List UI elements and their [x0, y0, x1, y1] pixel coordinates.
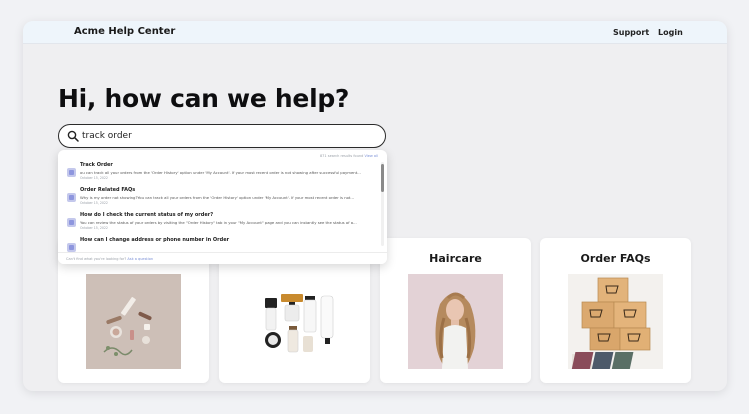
results-count-text: 871 search results found: [319, 154, 364, 158]
category-card[interactable]: Order FAQs: [540, 238, 691, 383]
footer-prompt: Can't find what you're looking for?: [66, 257, 127, 261]
article-icon: [67, 218, 76, 227]
help-center-window: Acme Help Center Support Login Hi, how c…: [23, 21, 727, 391]
results-list: Track Order ou can track all your orders…: [58, 160, 378, 260]
ask-question-link[interactable]: Ask a question: [127, 257, 153, 261]
result-item[interactable]: Track Order ou can track all your orders…: [58, 160, 378, 185]
nav-link-support[interactable]: Support: [613, 28, 649, 37]
result-snippet: ou can track all your orders from the 'O…: [80, 170, 361, 175]
haircare-model-image: [408, 274, 503, 369]
scrollbar-thumb[interactable]: [381, 164, 384, 192]
shipping-boxes-image: [568, 274, 663, 369]
top-nav-bar: Acme Help Center Support Login: [23, 21, 727, 44]
hero-title: Hi, how can we help?: [58, 84, 350, 113]
nav-link-login[interactable]: Login: [658, 28, 683, 37]
search-box[interactable]: [58, 124, 386, 148]
result-title: Order Related FAQs: [80, 187, 136, 193]
search-suggestions-dropdown: 871 search results found View all Track …: [58, 150, 387, 264]
skincare-products-image: [247, 274, 342, 369]
result-item[interactable]: Order Related FAQs Why is my order not s…: [58, 185, 378, 210]
category-title: Order FAQs: [580, 252, 651, 265]
search-icon: [67, 130, 79, 142]
brand-logo-text[interactable]: Acme Help Center: [74, 26, 175, 37]
article-icon: [67, 168, 76, 177]
dropdown-scrollbar[interactable]: [381, 162, 384, 246]
category-title: Haircare: [429, 252, 482, 265]
result-title: How can I change address or phone number…: [80, 237, 230, 243]
result-snippet: You can review the status of your orders…: [80, 220, 357, 225]
result-date: October 15, 2022: [80, 226, 108, 230]
article-icon: [67, 243, 76, 252]
result-snippet: Why is my order not showing?You can trac…: [80, 195, 355, 200]
view-all-link[interactable]: View all: [364, 154, 378, 158]
cosmetics-image: [86, 274, 181, 369]
result-date: October 15, 2022: [80, 176, 108, 180]
result-title: How do I check the current status of my …: [80, 212, 214, 218]
dropdown-footer: Can't find what you're looking for? Ask …: [58, 252, 387, 264]
search-input[interactable]: [82, 127, 372, 145]
result-title: Track Order: [80, 162, 113, 168]
article-icon: [67, 193, 76, 202]
result-item[interactable]: How do I check the current status of my …: [58, 210, 378, 235]
results-count: 871 search results found View all: [320, 154, 378, 158]
result-date: October 15, 2022: [80, 201, 108, 205]
category-card[interactable]: Haircare: [380, 238, 531, 383]
footer-text: Can't find what you're looking for? Ask …: [66, 257, 153, 261]
